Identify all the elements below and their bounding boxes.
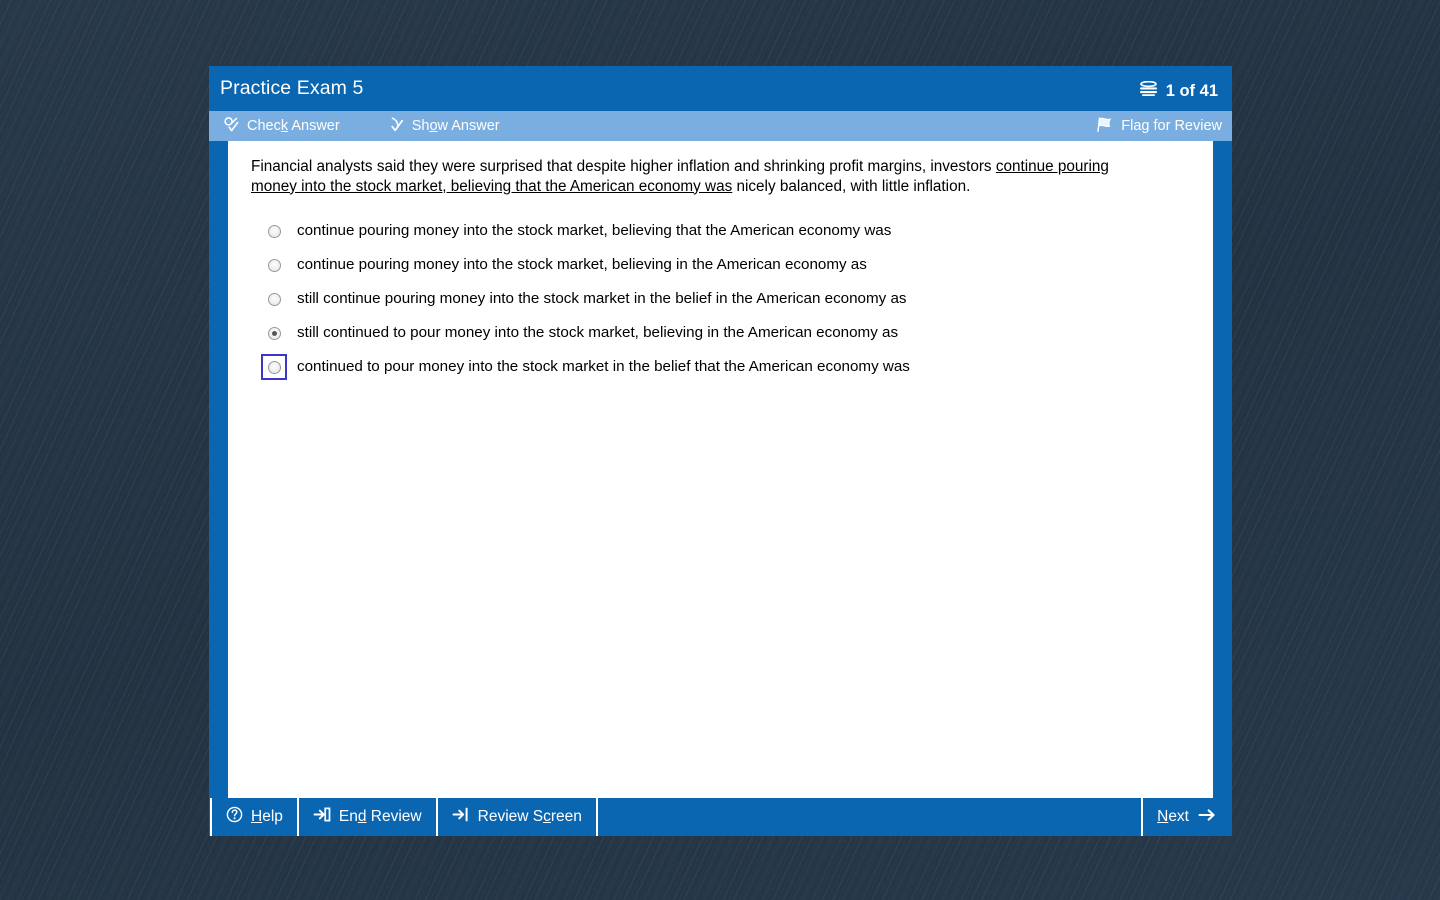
review-screen-button[interactable]: Review Screen bbox=[435, 798, 598, 836]
check-answer-button[interactable]: Check Answer bbox=[217, 111, 346, 141]
answer-option-e[interactable]: continued to pour money into the stock m… bbox=[261, 350, 1191, 384]
answer-option-d[interactable]: still continued to pour money into the s… bbox=[261, 316, 1191, 350]
radio-slot-b bbox=[261, 252, 287, 278]
question-text-before: Financial analysts said they were surpri… bbox=[251, 158, 996, 175]
arrow-right-icon bbox=[1198, 807, 1217, 828]
answer-option-b-label: continue pouring money into the stock ma… bbox=[297, 256, 867, 273]
show-answer-label: Show Answer bbox=[411, 118, 500, 134]
flag-for-review-label: Flag for Review bbox=[1121, 118, 1222, 134]
bottom-left-buttons: Help End Review Review Screen bbox=[210, 798, 598, 836]
end-review-label: End Review bbox=[338, 808, 422, 825]
question-circle-icon bbox=[226, 806, 243, 828]
radio-slot-e bbox=[261, 354, 287, 380]
radio-button-c[interactable] bbox=[267, 292, 281, 306]
arrow-into-box-icon bbox=[313, 806, 331, 828]
radio-slot-a bbox=[261, 218, 287, 244]
window-body: Financial analysts said they were surpri… bbox=[209, 141, 1232, 798]
exam-window: Practice Exam 5 1 of 41 Check Answer Sho… bbox=[209, 66, 1232, 836]
help-button[interactable]: Help bbox=[210, 798, 299, 836]
flag-for-review-button[interactable]: Flag for Review bbox=[1095, 111, 1222, 141]
review-screen-label: Review Screen bbox=[477, 808, 582, 825]
answer-option-d-label: still continued to pour money into the s… bbox=[297, 324, 899, 341]
answer-option-c-label: still continue pouring money into the st… bbox=[297, 290, 907, 307]
answer-option-a[interactable]: continue pouring money into the stock ma… bbox=[261, 214, 1191, 248]
arrow-to-bar-icon bbox=[452, 806, 470, 828]
question-page: Financial analysts said they were surpri… bbox=[228, 141, 1213, 798]
radio-button-d[interactable] bbox=[267, 326, 281, 340]
answer-option-a-label: continue pouring money into the stock ma… bbox=[297, 222, 892, 239]
radio-button-e[interactable] bbox=[267, 360, 281, 374]
question-text-after: nicely balanced, with little inflation. bbox=[732, 177, 971, 195]
radio-button-a[interactable] bbox=[267, 224, 281, 238]
show-answer-button[interactable]: Show Answer bbox=[382, 111, 506, 141]
radio-slot-c bbox=[261, 286, 287, 312]
radio-slot-d bbox=[261, 320, 287, 346]
bottom-navigation-bar: Help End Review Review Screen Next bbox=[209, 798, 1232, 836]
check-mark-icon bbox=[388, 116, 405, 137]
next-button[interactable]: Next bbox=[1141, 798, 1231, 836]
page-counter-label: 1 of 41 bbox=[1165, 81, 1218, 100]
answer-toolbar: Check Answer Show Answer Flag for Review bbox=[209, 111, 1232, 141]
exam-title: Practice Exam 5 bbox=[220, 77, 364, 99]
title-bar: Practice Exam 5 1 of 41 bbox=[209, 66, 1232, 111]
answer-option-b[interactable]: continue pouring money into the stock ma… bbox=[261, 248, 1191, 282]
answer-options-list: continue pouring money into the stock ma… bbox=[251, 214, 1191, 384]
flag-icon bbox=[1095, 116, 1113, 137]
stacked-pages-icon bbox=[1138, 80, 1159, 102]
end-review-button[interactable]: End Review bbox=[296, 798, 438, 836]
radio-button-b[interactable] bbox=[267, 258, 281, 272]
bottom-bar-spacer bbox=[596, 798, 1141, 836]
answer-option-c[interactable]: still continue pouring money into the st… bbox=[261, 282, 1191, 316]
next-label: Next bbox=[1157, 808, 1189, 825]
pencil-check-icon bbox=[223, 116, 240, 137]
check-answer-label: Check Answer bbox=[247, 118, 340, 134]
page-counter: 1 of 41 bbox=[1138, 76, 1218, 102]
help-label: Help bbox=[251, 808, 283, 825]
question-stem: Financial analysts said they were surpri… bbox=[251, 157, 1156, 196]
answer-option-e-label: continued to pour money into the stock m… bbox=[297, 358, 910, 375]
